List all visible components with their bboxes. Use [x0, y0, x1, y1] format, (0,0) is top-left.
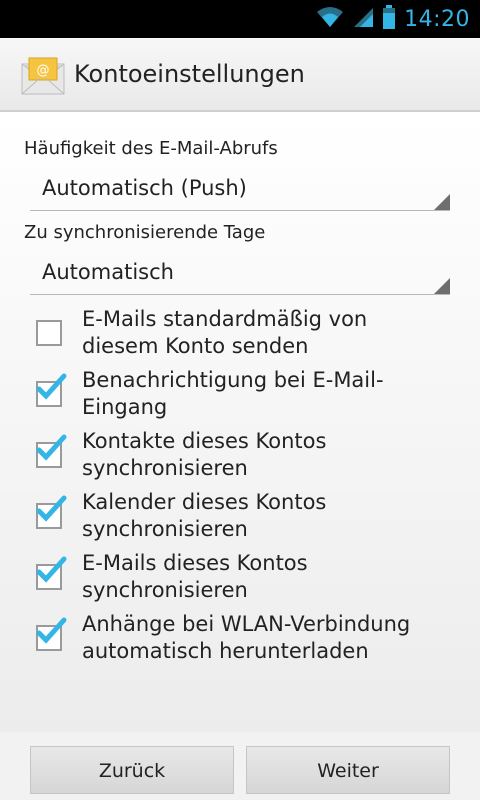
checkbox-label-line: diesem Konto senden: [82, 334, 309, 358]
checkbox-label-line: Anhänge bei WLAN-Verbindung: [82, 612, 411, 636]
checkbox-label-line: Kontakte dieses Kontos: [82, 429, 327, 453]
checkbox-label-line: E-Mails dieses Kontos: [82, 551, 308, 575]
status-clock: 14:20: [404, 6, 470, 32]
checkbox-label: E-Mails dieses Kontos synchronisieren: [82, 550, 462, 604]
checkbox-label: Kalender dieses Kontos synchronisieren: [82, 489, 462, 543]
checkmark-icon: [36, 617, 67, 644]
checkbox-label-line: synchronisieren: [82, 578, 248, 602]
checkbox-label-line: Kalender dieses Kontos: [82, 490, 327, 514]
back-button[interactable]: Zurück: [30, 746, 234, 794]
checkbox-label: E-Mails standardmäßig von diesem Konto se…: [82, 306, 462, 360]
checkmark-icon: [36, 434, 67, 461]
checkbox-label-line: automatisch herunterladen: [82, 639, 369, 663]
checkbox-row[interactable]: Kalender dieses Kontos synchronisieren: [0, 489, 480, 545]
status-icons: 14:20: [316, 0, 470, 38]
checkbox[interactable]: [36, 320, 62, 346]
checkbox-label-line: synchronisieren: [82, 456, 248, 480]
wifi-icon: [316, 6, 344, 32]
signal-icon: [352, 6, 374, 32]
frequency-spinner[interactable]: Automatisch (Push): [30, 170, 450, 211]
spinner-arrow-icon: [434, 278, 450, 294]
settings-content: Häufigkeit des E-Mail-Abrufs Automatisch…: [0, 112, 480, 732]
next-button[interactable]: Weiter: [246, 746, 450, 794]
frequency-label: Häufigkeit des E-Mail-Abrufs: [24, 138, 278, 159]
action-bar: @ Kontoeinstellungen: [0, 38, 480, 112]
spinner-arrow-icon: [434, 194, 450, 210]
battery-icon: [382, 5, 396, 33]
email-envelope-icon: @: [20, 56, 66, 96]
days-value: Automatisch: [42, 260, 174, 284]
checkbox-row[interactable]: Benachrichtigung bei E-Mail- Eingang: [0, 367, 480, 423]
checkbox-label: Anhänge bei WLAN-Verbindung automatisch h…: [82, 611, 462, 665]
checkbox-label-line: synchronisieren: [82, 517, 248, 541]
page-title: Kontoeinstellungen: [74, 60, 305, 88]
checkmark-icon: [36, 556, 67, 583]
checkbox-row[interactable]: Anhänge bei WLAN-Verbindung automatisch h…: [0, 611, 480, 667]
checkbox-label: Benachrichtigung bei E-Mail- Eingang: [82, 367, 462, 421]
checkmark-icon: [36, 495, 67, 522]
checkmark-icon: [36, 373, 67, 400]
status-bar: 14:20: [0, 0, 480, 38]
checkbox-row[interactable]: E-Mails dieses Kontos synchronisieren: [0, 550, 480, 606]
checkbox-label-line: Eingang: [82, 395, 168, 419]
checkbox-label-line: E-Mails standardmäßig von: [82, 307, 368, 331]
button-bar: Zurück Weiter: [0, 732, 480, 800]
checkbox-row[interactable]: Kontakte dieses Kontos synchronisieren: [0, 428, 480, 484]
checkbox-label: Kontakte dieses Kontos synchronisieren: [82, 428, 462, 482]
svg-text:@: @: [37, 63, 50, 78]
checkbox-label-line: Benachrichtigung bei E-Mail-: [82, 368, 384, 392]
days-spinner[interactable]: Automatisch: [30, 254, 450, 295]
days-label: Zu synchronisierende Tage: [24, 222, 266, 243]
checkbox-row[interactable]: E-Mails standardmäßig von diesem Konto se…: [0, 306, 480, 362]
frequency-value: Automatisch (Push): [42, 176, 247, 200]
